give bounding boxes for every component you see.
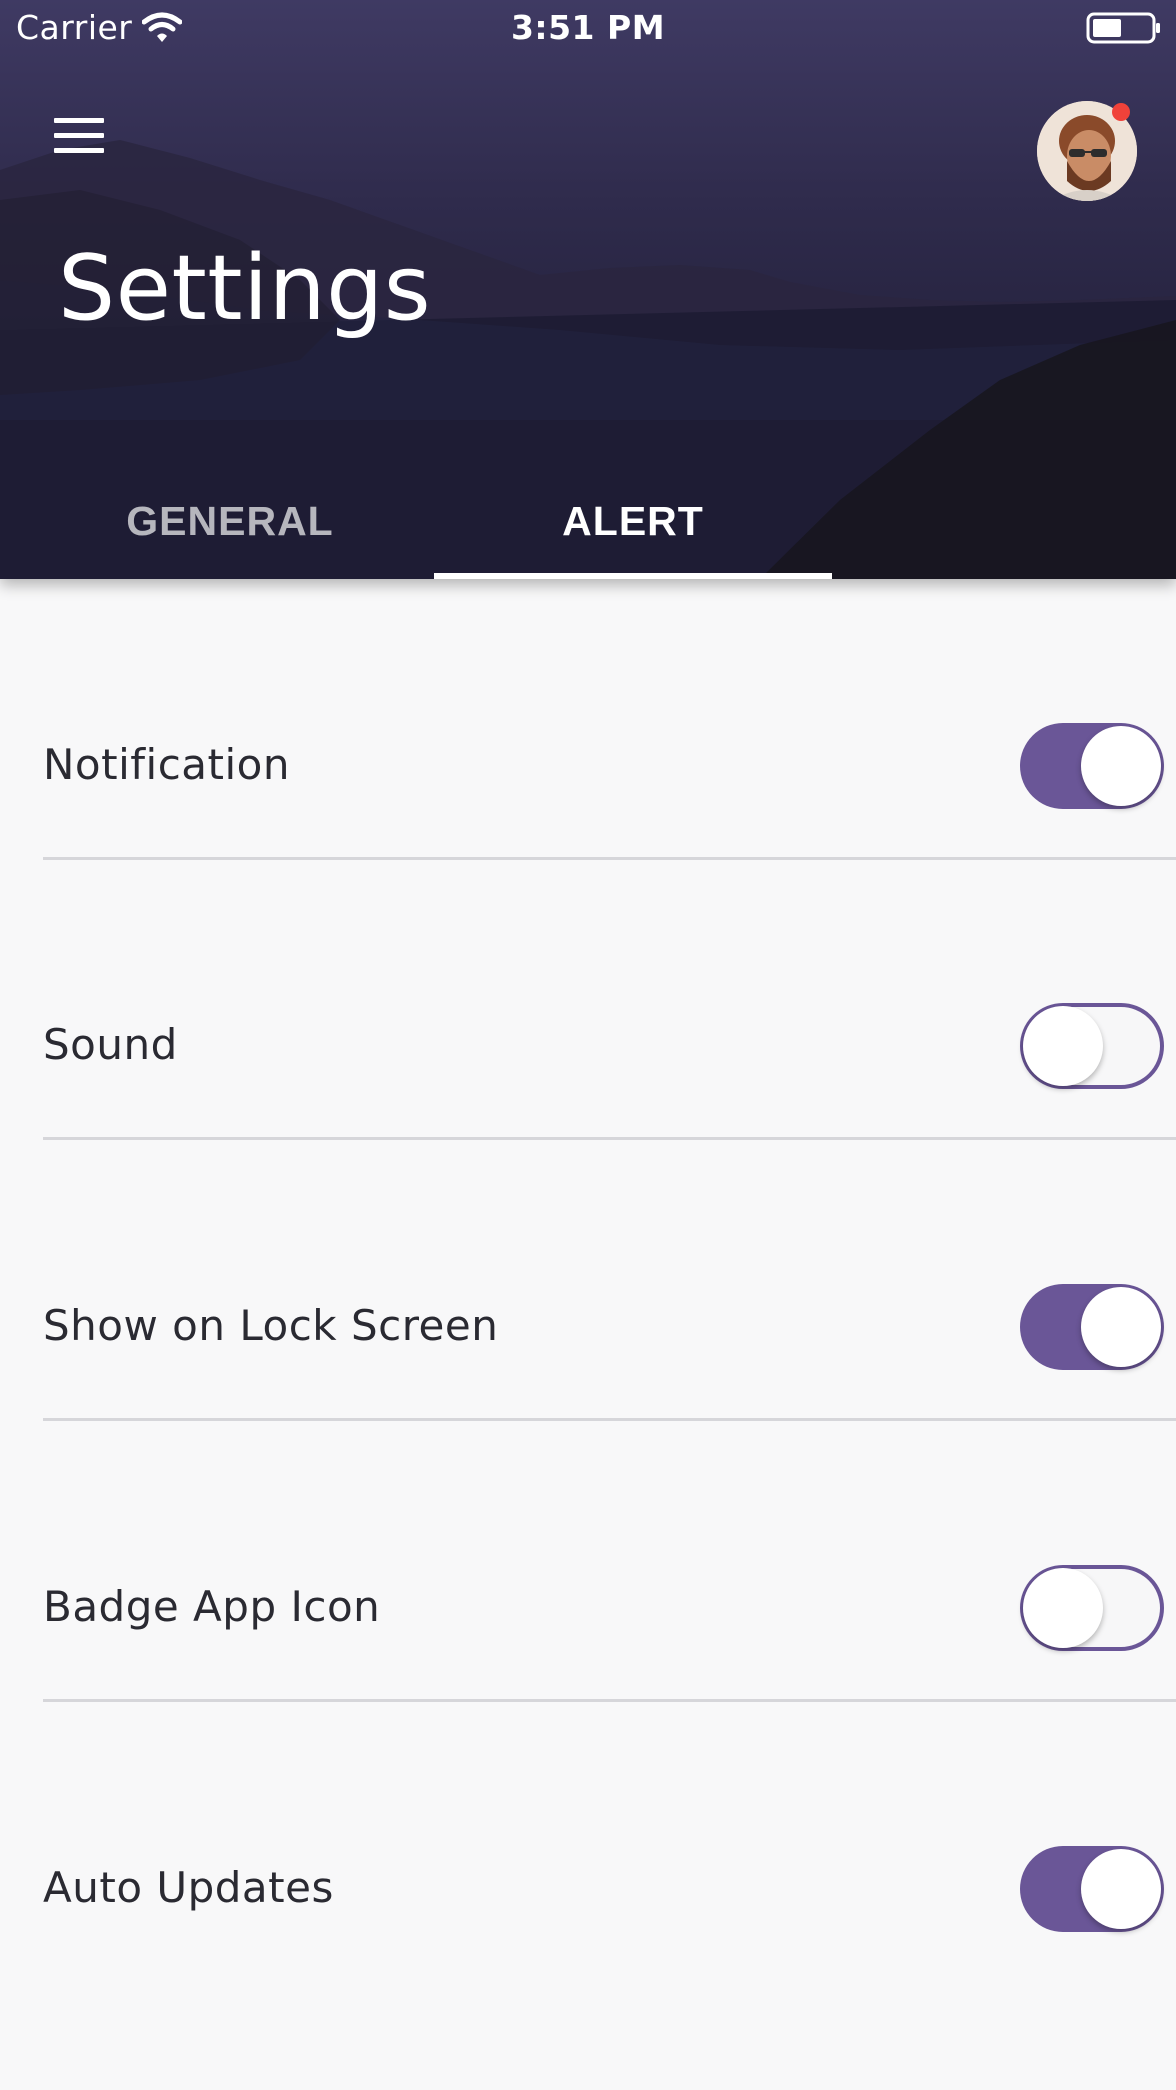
- tab-alert[interactable]: ALERT: [434, 470, 832, 579]
- setting-row-auto-updates: Auto Updates: [0, 1748, 1176, 2028]
- setting-row-sound: Sound: [0, 905, 1176, 1185]
- row-divider: [43, 857, 1176, 860]
- notification-toggle[interactable]: [1020, 723, 1164, 809]
- lock-screen-toggle[interactable]: [1020, 1284, 1164, 1370]
- setting-row-notification: Notification: [0, 625, 1176, 905]
- setting-row-badge-app-icon: Badge App Icon: [0, 1467, 1176, 1747]
- setting-row-lock-screen: Show on Lock Screen: [0, 1186, 1176, 1466]
- setting-label: Badge App Icon: [43, 1582, 381, 1631]
- page-title: Settings: [58, 236, 432, 341]
- status-time: 3:51 PM: [510, 8, 666, 47]
- row-divider: [43, 1137, 1176, 1140]
- tab-alert-label: ALERT: [562, 498, 704, 544]
- setting-label: Show on Lock Screen: [43, 1301, 499, 1350]
- toggle-knob: [1081, 1287, 1161, 1367]
- toggle-knob: [1081, 726, 1161, 806]
- battery-icon: [1086, 12, 1160, 44]
- tab-general[interactable]: GENERAL: [32, 470, 428, 579]
- badge-app-icon-toggle[interactable]: [1020, 1565, 1164, 1651]
- hamburger-menu-icon[interactable]: [48, 108, 110, 164]
- setting-label: Auto Updates: [43, 1863, 334, 1912]
- auto-updates-toggle[interactable]: [1020, 1846, 1164, 1932]
- tab-general-label: GENERAL: [126, 498, 334, 544]
- header: Carrier 3:51 PM Settings GENERAL ALERT: [0, 0, 1176, 579]
- toggle-knob: [1023, 1006, 1103, 1086]
- notification-dot: [1112, 103, 1130, 121]
- setting-label: Sound: [43, 1020, 178, 1069]
- toggle-knob: [1081, 1849, 1161, 1929]
- row-divider: [43, 1699, 1176, 1702]
- sound-toggle[interactable]: [1020, 1003, 1164, 1089]
- tab-selected-indicator: [434, 573, 832, 579]
- setting-label: Notification: [43, 740, 290, 789]
- toggle-knob: [1023, 1568, 1103, 1648]
- settings-screen: Carrier 3:51 PM Settings GENERAL ALERT N…: [0, 0, 1176, 2090]
- row-divider: [43, 1418, 1176, 1421]
